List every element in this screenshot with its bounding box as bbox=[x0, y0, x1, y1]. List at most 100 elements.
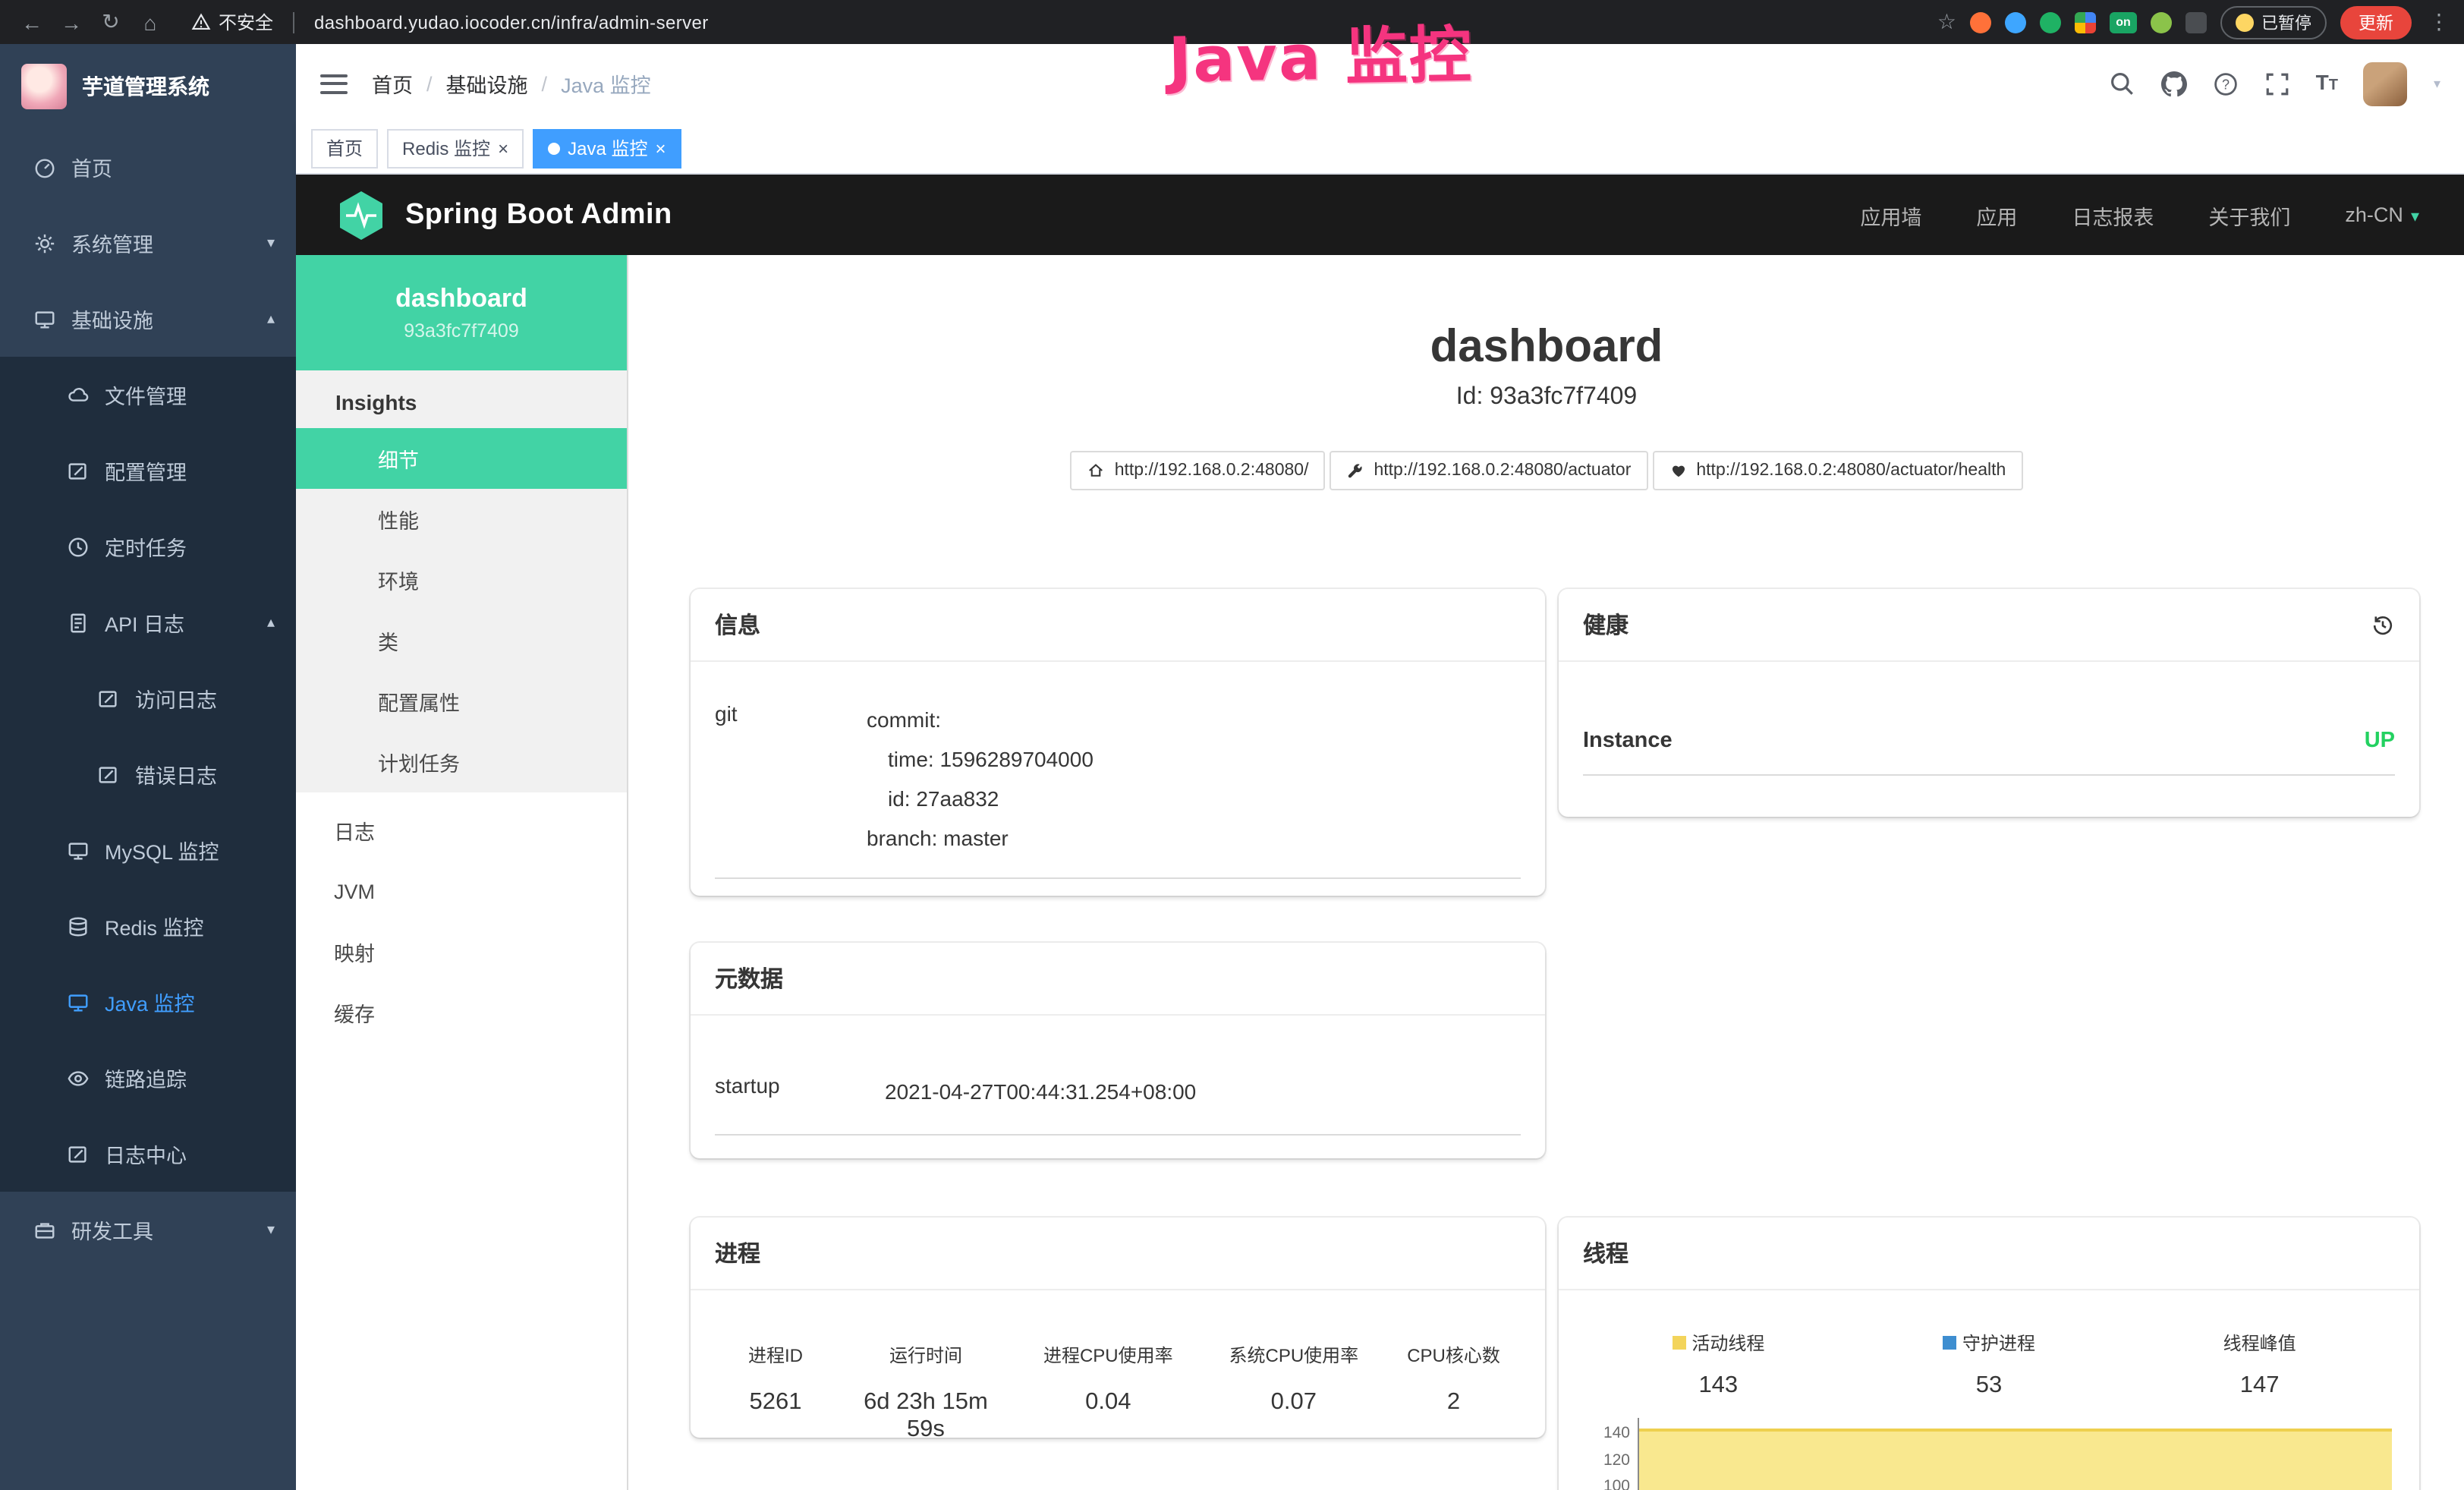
app-title: 芋道管理系统 bbox=[82, 71, 209, 102]
clock-icon bbox=[67, 535, 90, 558]
stat-value: 0.07 bbox=[1207, 1389, 1381, 1416]
sba-item-details[interactable]: 细节 bbox=[296, 428, 627, 489]
site-security-indicator[interactable]: 不安全 bbox=[191, 9, 273, 35]
link-label: http://192.168.0.2:48080/ bbox=[1115, 461, 1309, 480]
sidebar-item-home[interactable]: 首页 bbox=[0, 129, 296, 205]
extension-grid-icon[interactable] bbox=[2075, 11, 2096, 33]
service-url-link[interactable]: http://192.168.0.2:48080/ bbox=[1071, 451, 1326, 490]
svg-text:?: ? bbox=[2222, 76, 2230, 91]
extension-icon[interactable] bbox=[2151, 11, 2172, 33]
extension-icon[interactable] bbox=[2040, 11, 2061, 33]
y-tick: 100 bbox=[1603, 1474, 1630, 1490]
warning-icon bbox=[191, 12, 211, 32]
gear-icon bbox=[33, 232, 56, 254]
sidebar-item-system-management[interactable]: 系统管理 ▾ bbox=[0, 205, 296, 281]
user-avatar[interactable] bbox=[2364, 61, 2408, 106]
sidebar-item-mysql-monitor[interactable]: MySQL 监控 bbox=[0, 812, 296, 888]
info-key: git bbox=[715, 701, 867, 858]
active-threads-swatch bbox=[1672, 1336, 1685, 1350]
bookmark-star-icon[interactable]: ☆ bbox=[1937, 9, 1956, 35]
home-icon[interactable]: ⌂ bbox=[134, 10, 167, 34]
breadcrumb-home[interactable]: 首页 bbox=[372, 68, 413, 99]
refresh-icon[interactable]: ↻ bbox=[94, 9, 127, 35]
card-title: 健康 bbox=[1583, 609, 1629, 641]
sba-item-environment[interactable]: 环境 bbox=[296, 550, 627, 610]
logo-avatar bbox=[21, 64, 67, 109]
sidebar-item-scheduled-tasks[interactable]: 定时任务 bbox=[0, 509, 296, 584]
extension-icon[interactable] bbox=[1970, 11, 1991, 33]
document-icon bbox=[67, 611, 90, 634]
sba-item-jvm[interactable]: JVM bbox=[296, 861, 627, 921]
github-icon[interactable] bbox=[2161, 71, 2187, 96]
sba-item-label: JVM bbox=[334, 880, 375, 903]
sidebar-item-access-logs[interactable]: 访问日志 bbox=[0, 660, 296, 736]
sba-item-mappings[interactable]: 映射 bbox=[296, 921, 627, 982]
hamburger-icon[interactable] bbox=[320, 74, 348, 93]
extension-icon[interactable] bbox=[2186, 11, 2207, 33]
update-button[interactable]: 更新 bbox=[2340, 5, 2412, 39]
sidebar-item-link-tracing[interactable]: 链路追踪 bbox=[0, 1040, 296, 1116]
sba-item-classes[interactable]: 类 bbox=[296, 610, 627, 671]
sba-nav-applications[interactable]: 应用 bbox=[1976, 200, 2017, 230]
card-title: 进程 bbox=[715, 1237, 760, 1269]
sidebar-item-label: 首页 bbox=[71, 152, 112, 182]
sidebar-item-label: MySQL 监控 bbox=[105, 835, 219, 865]
help-icon[interactable]: ? bbox=[2213, 71, 2239, 96]
edit-document-icon bbox=[67, 1142, 90, 1165]
info-value: commit: time: 1596289704000 id: 27aa832 … bbox=[867, 701, 1521, 858]
tab-redis-monitor[interactable]: Redis 监控× bbox=[387, 128, 524, 168]
instance-header[interactable]: dashboard 93a3fc7f7409 bbox=[296, 255, 627, 370]
browser-menu-icon[interactable]: ⋮ bbox=[2428, 9, 2450, 35]
insights-group-label: Insights bbox=[296, 370, 627, 428]
close-icon[interactable]: × bbox=[655, 139, 666, 157]
sba-item-logs[interactable]: 日志 bbox=[296, 800, 627, 861]
tab-home[interactable]: 首页 bbox=[311, 128, 378, 168]
sba-nav-about[interactable]: 关于我们 bbox=[2208, 200, 2290, 230]
sidebar-item-infrastructure[interactable]: 基础设施 ▴ bbox=[0, 281, 296, 357]
sidebar-item-java-monitor[interactable]: Java 监控 bbox=[0, 964, 296, 1040]
breadcrumb-infrastructure[interactable]: 基础设施 bbox=[446, 68, 528, 99]
info-card: 信息 git commit: time: 1596289704000 id: 2… bbox=[691, 589, 1545, 896]
sba-item-config-props[interactable]: 配置属性 bbox=[296, 671, 627, 732]
sba-locale-select[interactable]: zh-CN▾ bbox=[2345, 203, 2419, 226]
sidebar-item-api-logs[interactable]: API 日志 ▴ bbox=[0, 584, 296, 660]
sba-brand[interactable]: Spring Boot Admin bbox=[405, 198, 672, 232]
fullscreen-icon[interactable] bbox=[2264, 71, 2290, 96]
sidebar-item-error-logs[interactable]: 错误日志 bbox=[0, 736, 296, 812]
extension-icon[interactable] bbox=[2005, 11, 2026, 33]
sidebar-item-config-management[interactable]: 配置管理 bbox=[0, 433, 296, 509]
sidebar-item-dev-tools[interactable]: 研发工具 ▾ bbox=[0, 1192, 296, 1268]
search-icon[interactable] bbox=[2110, 71, 2135, 96]
sidebar-item-redis-monitor[interactable]: Redis 监控 bbox=[0, 888, 296, 964]
status-badge: UP bbox=[2365, 729, 2395, 753]
sidebar-item-log-center[interactable]: 日志中心 bbox=[0, 1116, 296, 1192]
monitor-icon bbox=[67, 991, 90, 1013]
paused-badge[interactable]: 已暂停 bbox=[2220, 5, 2327, 39]
url-text[interactable]: dashboard.yudao.iocoder.cn/infra/admin-s… bbox=[314, 11, 709, 33]
sba-item-label: 配置属性 bbox=[378, 686, 460, 717]
sba-item-caches[interactable]: 缓存 bbox=[296, 982, 627, 1043]
instance-links: http://192.168.0.2:48080/ http://192.168… bbox=[628, 451, 2464, 490]
sba-nav-wallboard[interactable]: 应用墙 bbox=[1860, 200, 1921, 230]
font-size-icon[interactable]: TT bbox=[2316, 70, 2338, 97]
sidebar-item-file-management[interactable]: 文件管理 bbox=[0, 357, 296, 433]
breadcrumb-separator: / bbox=[542, 72, 548, 95]
sba-item-performance[interactable]: 性能 bbox=[296, 489, 627, 550]
tab-label: Java 监控 bbox=[568, 135, 647, 161]
forward-icon[interactable]: → bbox=[55, 10, 88, 34]
close-icon[interactable]: × bbox=[498, 139, 508, 157]
back-icon[interactable]: ← bbox=[15, 10, 49, 34]
tab-java-monitor[interactable]: Java 监控 × bbox=[533, 128, 681, 168]
card-title: 信息 bbox=[715, 609, 760, 641]
sba-nav-journal[interactable]: 日志报表 bbox=[2072, 200, 2154, 230]
user-menu-caret-icon[interactable]: ▾ bbox=[2434, 75, 2440, 92]
actuator-url-link[interactable]: http://192.168.0.2:48080/actuator bbox=[1330, 451, 1647, 490]
stat-value: 6d 23h 15m 59s bbox=[842, 1389, 1009, 1444]
history-icon[interactable] bbox=[2371, 613, 2395, 637]
extension-on-badge[interactable]: on bbox=[2110, 11, 2137, 33]
sba-content: dashboard Id: 93a3fc7f7409 http://192.16… bbox=[628, 255, 2464, 1490]
legend-value: 147 bbox=[2124, 1372, 2395, 1400]
sba-item-scheduled-tasks[interactable]: 计划任务 bbox=[296, 732, 627, 792]
health-url-link[interactable]: http://192.168.0.2:48080/actuator/health bbox=[1652, 451, 2022, 490]
app-logo[interactable]: 芋道管理系统 bbox=[0, 44, 296, 129]
